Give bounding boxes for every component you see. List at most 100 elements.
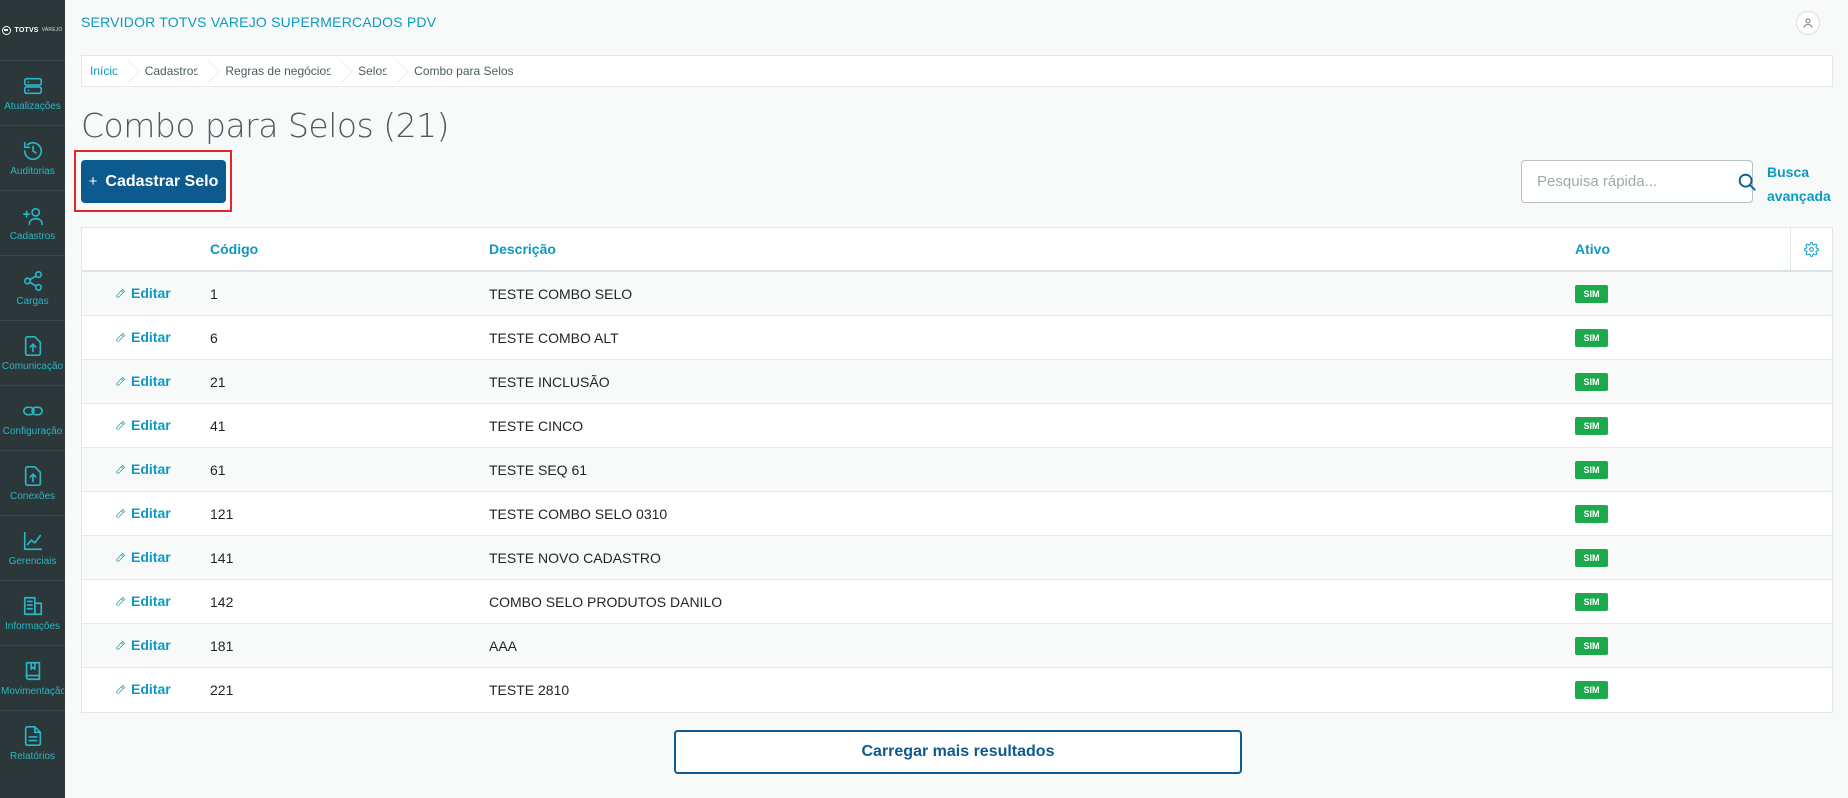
edit-button[interactable]: Editar (115, 505, 171, 521)
sidebar-item-label: Cadastros (9, 230, 56, 242)
breadcrumb-item-cadastros[interactable]: Cadastros (133, 56, 214, 86)
table-row: Editar 6 TESTE COMBO ALT SIM (82, 316, 1832, 360)
cell-descricao: TESTE SEQ 61 (489, 462, 588, 478)
breadcrumb: Início Cadastros Regras de negócios Selo… (81, 55, 1833, 87)
breadcrumb-item-regras[interactable]: Regras de negócios (213, 56, 346, 86)
cell-descricao: AAA (489, 638, 518, 654)
history-icon (22, 140, 44, 162)
add-user-icon (22, 205, 44, 227)
totvs-logo-icon (2, 25, 12, 35)
sidebar-item-label: Cargas (16, 295, 49, 307)
cell-codigo: 41 (210, 418, 226, 434)
sidebar-item-label: Atualizações (4, 100, 61, 112)
cell-descricao: TESTE CINCO (489, 418, 584, 434)
sidebar-item-gerenciais[interactable]: Gerenciais (0, 515, 65, 580)
cell-descricao: TESTE COMBO SELO (489, 286, 633, 302)
status-badge: SIM (1575, 593, 1608, 611)
server-icon (22, 75, 44, 97)
breadcrumb-item-selos[interactable]: Selos (346, 56, 402, 86)
table-row: Editar 41 TESTE CINCO SIM (82, 404, 1832, 448)
edit-button[interactable]: Editar (115, 549, 171, 565)
edit-label: Editar (131, 593, 171, 609)
edit-button[interactable]: Editar (115, 681, 171, 697)
pencil-icon (116, 552, 126, 562)
sidebar-item-cadastros[interactable]: Cadastros (0, 190, 65, 255)
sidebar-item-relatorios[interactable]: Relatórios (0, 710, 65, 775)
edit-button[interactable]: Editar (115, 637, 171, 653)
cell-descricao: TESTE 2810 (489, 682, 570, 698)
breadcrumb-item-current: Combo para Selos (414, 64, 514, 78)
sidebar-item-cargas[interactable]: Cargas (0, 255, 65, 320)
sidebar-item-label: Comunicação (1, 360, 64, 372)
cell-descricao: TESTE COMBO ALT (489, 330, 619, 346)
breadcrumb-item-inicio[interactable]: Início (82, 56, 133, 86)
cell-descricao: TESTE COMBO SELO 0310 (489, 506, 668, 522)
table-body: Editar 1 TESTE COMBO SELO SIM Editar 6 TESTE C… (82, 272, 1832, 712)
page-title: Combo para Selos (21) (81, 106, 450, 145)
table-row: Editar 21 TESTE INCLUSÃO SIM (82, 360, 1832, 404)
upload-file-icon (22, 465, 44, 487)
sidebar-item-informacoes[interactable]: Informações (0, 580, 65, 645)
table-row: Editar 1 TESTE COMBO SELO SIM (82, 272, 1832, 316)
plus-icon: + (88, 173, 98, 190)
cell-descricao: TESTE INCLUSÃO (489, 374, 610, 390)
edit-label: Editar (131, 373, 171, 389)
sidebar-item-conexoes[interactable]: Conexões (0, 450, 65, 515)
sidebar-item-auditorias[interactable]: Auditorias (0, 125, 65, 190)
edit-label: Editar (131, 549, 171, 565)
sidebar: TOTVS VAREJO Atualizações Auditorias Cad… (0, 0, 65, 798)
status-badge: SIM (1575, 637, 1608, 655)
user-icon (1803, 18, 1813, 28)
header-ativo[interactable]: Ativo (1575, 241, 1610, 257)
edit-button[interactable]: Editar (115, 593, 171, 609)
upload-file-icon (22, 335, 44, 357)
load-more-button[interactable]: Carregar mais resultados (674, 730, 1242, 774)
edit-label: Editar (131, 505, 171, 521)
search-icon[interactable] (1736, 171, 1758, 193)
pencil-icon (116, 288, 126, 298)
edit-button[interactable]: Editar (115, 285, 171, 301)
edit-label: Editar (131, 285, 171, 301)
app-title: SERVIDOR TOTVS VAREJO SUPERMERCADOS PDV (81, 14, 437, 30)
edit-button[interactable]: Editar (115, 417, 171, 433)
sidebar-item-atualizacoes[interactable]: Atualizações (0, 60, 65, 125)
document-icon (22, 725, 44, 747)
sidebar-item-configuracao[interactable]: Configuração (0, 385, 65, 450)
user-avatar[interactable] (1796, 11, 1820, 35)
sidebar-item-label: Gerenciais (8, 555, 57, 567)
edit-label: Editar (131, 681, 171, 697)
add-selo-button[interactable]: + Cadastrar Selo (81, 160, 226, 203)
status-badge: SIM (1575, 285, 1608, 303)
quick-search (1521, 160, 1756, 203)
status-badge: SIM (1575, 505, 1608, 523)
header-descricao[interactable]: Descrição (489, 241, 556, 257)
cell-codigo: 181 (210, 638, 234, 654)
data-table: Código Descrição Ativo Editar 1 TESTE COMB… (81, 227, 1833, 713)
cell-codigo: 141 (210, 550, 234, 566)
edit-button[interactable]: Editar (115, 373, 171, 389)
totvs-logo[interactable]: TOTVS VAREJO (0, 0, 65, 60)
search-input[interactable] (1522, 161, 1736, 202)
edit-button[interactable]: Editar (115, 461, 171, 477)
sidebar-item-comunicacao[interactable]: Comunicação (0, 320, 65, 385)
status-badge: SIM (1575, 417, 1608, 435)
sidebar-item-movimentacao[interactable]: Movimentação (0, 645, 65, 710)
sidebar-item-label: Movimentação (1, 685, 64, 697)
chart-icon (22, 530, 44, 552)
header-codigo[interactable]: Código (210, 241, 258, 257)
pencil-icon (116, 596, 126, 606)
cell-codigo: 221 (210, 682, 234, 698)
gear-icon[interactable] (1790, 228, 1832, 270)
pencil-icon (116, 508, 126, 518)
status-badge: SIM (1575, 329, 1608, 347)
pencil-icon (116, 376, 126, 386)
status-badge: SIM (1575, 461, 1608, 479)
table-header: Código Descrição Ativo (82, 228, 1832, 272)
edit-button[interactable]: Editar (115, 329, 171, 345)
table-row: Editar 221 TESTE 2810 SIM (82, 668, 1832, 712)
add-selo-label: Cadastrar Selo (105, 172, 219, 190)
advanced-search-link[interactable]: Busca avançada (1767, 160, 1837, 208)
status-badge: SIM (1575, 549, 1608, 567)
table-row: Editar 141 TESTE NOVO CADASTRO SIM (82, 536, 1832, 580)
book-icon (22, 660, 44, 682)
